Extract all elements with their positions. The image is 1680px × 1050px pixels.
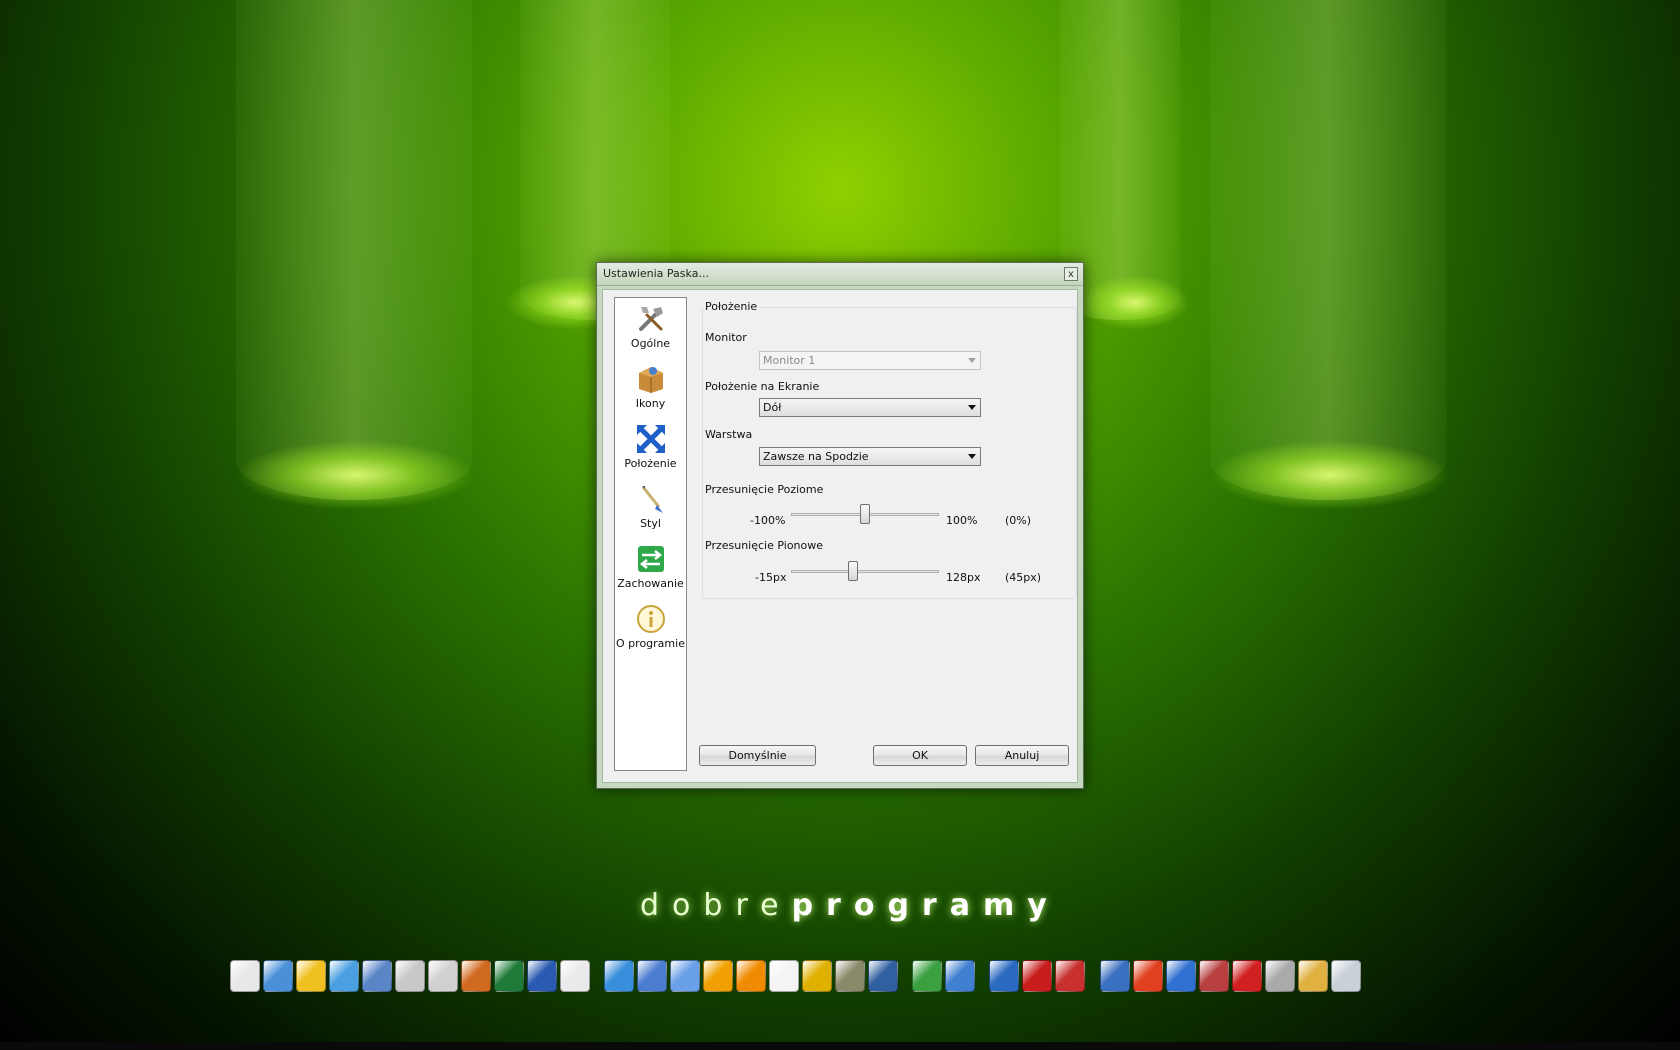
tools-icon[interactable] xyxy=(1298,960,1328,992)
sidebar-item-general[interactable]: Ogólne xyxy=(615,300,686,360)
screen-position-label: Położenie na Ekranie xyxy=(705,380,820,393)
monitor-select[interactable]: Monitor 1 xyxy=(759,351,981,370)
sidebar-item-icons[interactable]: Ikony xyxy=(615,360,686,420)
vertical-offset-current: (45px) xyxy=(1005,571,1042,584)
box-icon xyxy=(638,367,663,393)
window-icon[interactable] xyxy=(1100,960,1130,992)
brush-icon xyxy=(641,486,663,513)
pen-icon[interactable] xyxy=(1055,960,1085,992)
info-icon xyxy=(636,605,665,633)
sidebar-item-label: O programie xyxy=(616,637,685,650)
sidebar: Ogólne Ikony Położenie Styl Zachowanie O… xyxy=(614,297,687,771)
vertical-offset-label: Przesunięcie Pionowe xyxy=(705,539,824,552)
paint-icon[interactable] xyxy=(670,960,700,992)
swap-arrows-icon xyxy=(637,546,664,572)
ie-icon[interactable] xyxy=(1166,960,1196,992)
thunderbird-icon[interactable] xyxy=(637,960,667,992)
group-title: Położenie xyxy=(703,300,761,313)
eye-icon[interactable] xyxy=(802,960,832,992)
sidebar-item-about[interactable]: O programie xyxy=(615,600,686,660)
brand-light: dobre xyxy=(640,888,792,923)
brand-bold: programy xyxy=(791,888,1060,923)
drive-icon[interactable] xyxy=(395,960,425,992)
wallpaper-tube xyxy=(1210,0,1446,500)
screen-position-select-value: Dół xyxy=(763,401,782,414)
sidebar-item-label: Położenie xyxy=(624,457,677,470)
close-button[interactable]: x xyxy=(1064,267,1078,281)
vertical-offset-slider[interactable] xyxy=(848,561,859,581)
dock xyxy=(230,960,1450,1004)
gimp-icon[interactable] xyxy=(835,960,865,992)
wallpaper-glow xyxy=(236,440,476,510)
sidebar-item-position[interactable]: Położenie xyxy=(615,420,686,480)
excel-icon[interactable] xyxy=(494,960,524,992)
monitor-select-value: Monitor 1 xyxy=(763,354,816,367)
chevron-down-icon xyxy=(968,358,976,363)
horizontal-offset-min: -100% xyxy=(750,514,786,527)
cut-icon[interactable] xyxy=(1265,960,1295,992)
wallpaper-glow xyxy=(1210,440,1450,510)
dialog-client: Ogólne Ikony Położenie Styl Zachowanie O… xyxy=(602,289,1078,783)
sidebar-item-behavior[interactable]: Zachowanie xyxy=(615,540,686,600)
chevron-down-icon xyxy=(968,454,976,459)
chevron-down-icon xyxy=(968,405,976,410)
network-icon[interactable] xyxy=(296,960,326,992)
layer-label: Warstwa xyxy=(705,428,753,441)
settings-icon[interactable] xyxy=(868,960,898,992)
monitor-label: Monitor xyxy=(705,331,747,344)
pdf-printer-icon[interactable] xyxy=(560,960,590,992)
pdf-icon[interactable] xyxy=(1022,960,1052,992)
word-icon[interactable] xyxy=(527,960,557,992)
cancel-button[interactable]: Anuluj xyxy=(975,745,1069,766)
settings-dialog: Ustawienia Paska... x Ogólne Ikony Położ… xyxy=(596,262,1084,789)
ccleaner-icon[interactable] xyxy=(912,960,942,992)
horizontal-offset-label: Przesunięcie Poziome xyxy=(705,483,824,496)
vertical-offset-max: 128px xyxy=(946,571,981,584)
vlc-icon[interactable] xyxy=(736,960,766,992)
horizontal-offset-max: 100% xyxy=(946,514,978,527)
update-icon[interactable] xyxy=(945,960,975,992)
sidebar-item-style[interactable]: Styl xyxy=(615,480,686,540)
globe-icon[interactable] xyxy=(329,960,359,992)
sidebar-item-label: Styl xyxy=(640,517,661,530)
notepad-icon[interactable] xyxy=(230,960,260,992)
title-bar[interactable]: Ustawienia Paska... x xyxy=(597,263,1083,286)
uninstall-icon[interactable] xyxy=(1199,960,1229,992)
wallpaper-glow xyxy=(1080,275,1190,330)
layer-select-value: Zawsze na Spodzie xyxy=(763,450,869,463)
windows-flag-icon[interactable] xyxy=(1133,960,1163,992)
vertical-offset-min: -15px xyxy=(755,571,787,584)
aimp-icon[interactable] xyxy=(703,960,733,992)
horizontal-offset-current: (0%) xyxy=(1005,514,1032,527)
sidebar-item-label: Ogólne xyxy=(630,337,671,350)
sidebar-item-label: Zachowanie xyxy=(617,577,684,590)
wallpaper-tube xyxy=(236,0,472,500)
screen-position-select[interactable]: Dół xyxy=(759,398,981,417)
taskbar-icon[interactable] xyxy=(989,960,1019,992)
defaults-button[interactable]: Domyślnie xyxy=(699,745,816,766)
sidebar-item-label: Ikony xyxy=(635,397,666,410)
mail-icon[interactable] xyxy=(1232,960,1262,992)
tools-icon xyxy=(638,307,663,331)
drive2-icon[interactable] xyxy=(428,960,458,992)
arrows-icon xyxy=(636,425,665,453)
layer-select[interactable]: Zawsze na Spodzie xyxy=(759,447,981,466)
archive-icon[interactable] xyxy=(461,960,491,992)
chrome-icon[interactable] xyxy=(604,960,634,992)
wallpaper-brand: dobreprogramy xyxy=(640,888,1047,923)
folder-icon[interactable] xyxy=(362,960,392,992)
calendar-icon[interactable] xyxy=(769,960,799,992)
window-title: Ustawienia Paska... xyxy=(603,267,709,280)
vertical-offset-track[interactable] xyxy=(791,570,939,573)
computer-icon[interactable] xyxy=(263,960,293,992)
ok-button[interactable]: OK xyxy=(873,745,967,766)
horizontal-offset-slider[interactable] xyxy=(860,504,870,524)
dock-shelf xyxy=(0,1042,1680,1050)
recycle-bin-icon[interactable] xyxy=(1331,960,1361,992)
